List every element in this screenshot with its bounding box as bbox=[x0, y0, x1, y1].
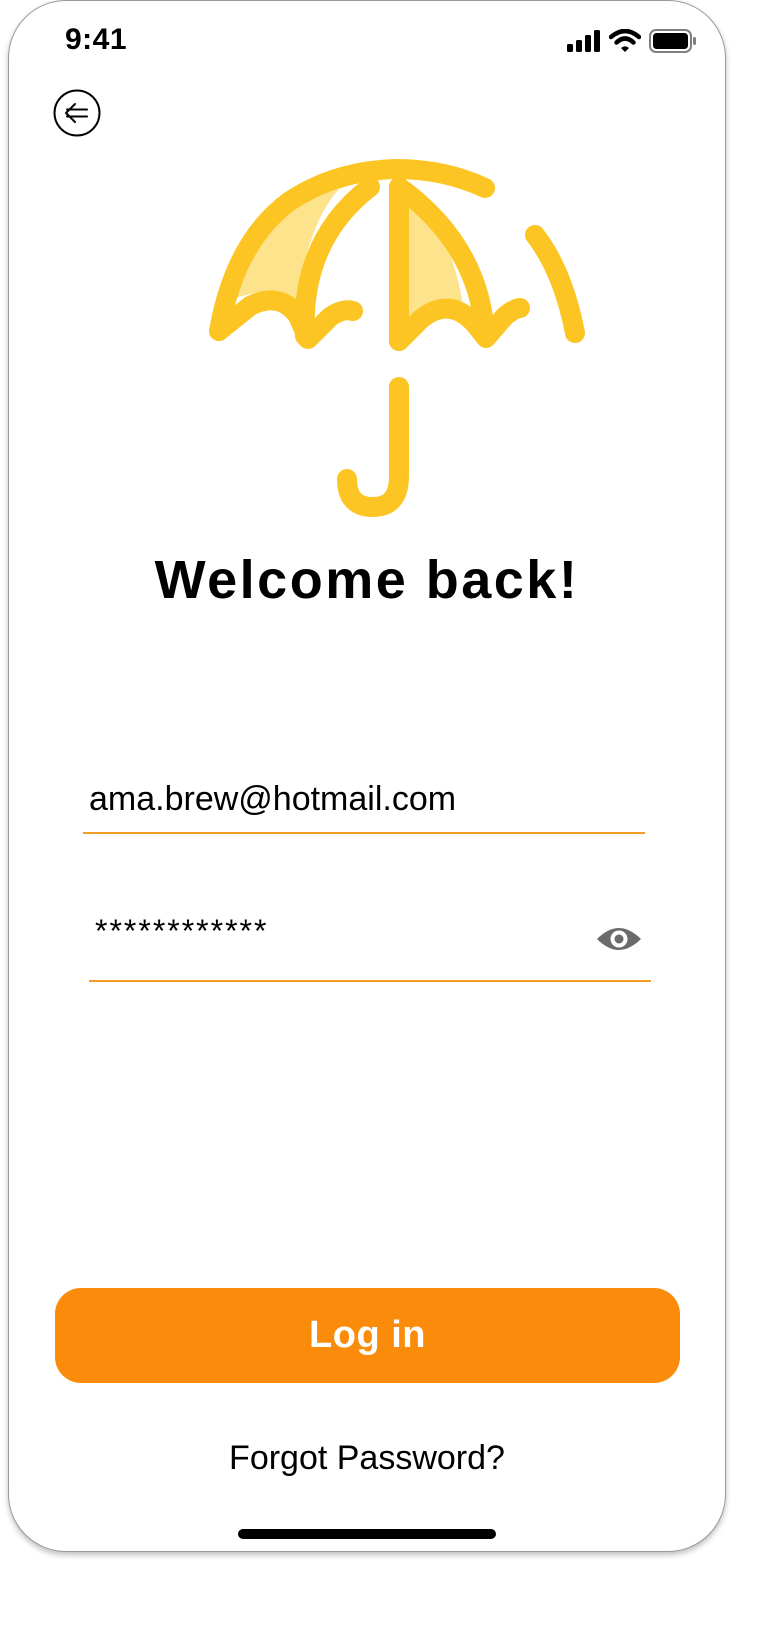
back-arrow-icon bbox=[53, 89, 101, 137]
forgot-password-link[interactable]: Forgot Password? bbox=[9, 1439, 725, 1478]
status-time: 9:41 bbox=[65, 23, 128, 56]
status-icons bbox=[567, 29, 697, 53]
wifi-icon bbox=[609, 29, 641, 52]
page-title: Welcome back! bbox=[154, 550, 580, 610]
password-input[interactable] bbox=[95, 909, 575, 953]
email-input[interactable] bbox=[89, 777, 569, 821]
phone-frame: 9:41 Welcome back! ama.brew@hotmail.com … bbox=[8, 0, 726, 1552]
home-indicator bbox=[238, 1529, 496, 1539]
umbrella-icon bbox=[209, 159, 585, 517]
battery-icon bbox=[649, 29, 696, 53]
eye-icon bbox=[597, 928, 641, 950]
email-field[interactable] bbox=[83, 771, 645, 834]
back-button[interactable] bbox=[53, 89, 101, 137]
login-button[interactable]: Log in bbox=[55, 1288, 680, 1383]
show-password-button[interactable] bbox=[595, 919, 643, 959]
cellular-signal-icon bbox=[567, 30, 600, 52]
logo bbox=[195, 151, 591, 521]
password-field[interactable] bbox=[89, 909, 651, 982]
